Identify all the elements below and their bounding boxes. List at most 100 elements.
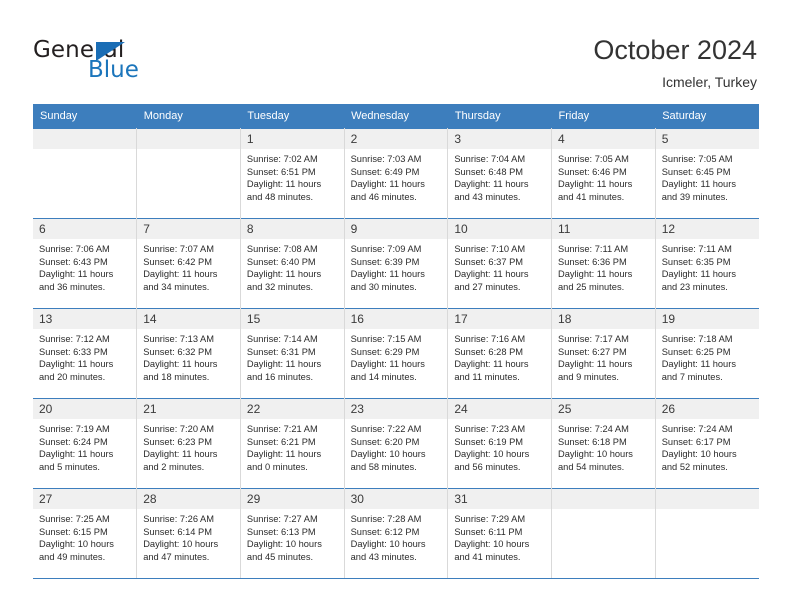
- week-row: 27 Sunrise: 7:25 AM Sunset: 6:15 PM Dayligh…: [33, 488, 759, 579]
- day-cell-inner: 22 Sunrise: 7:21 AM Sunset: 6:21 PM Dayligh…: [240, 399, 344, 488]
- day-cell[interactable]: 5 Sunrise: 7:05 AM Sunset: 6:45 PM Daylight…: [655, 128, 759, 219]
- day-cell[interactable]: 6 Sunrise: 7:06 AM Sunset: 6:43 PM Daylight…: [33, 218, 138, 309]
- day-cell[interactable]: 30 Sunrise: 7:28 AM Sunset: 6:12 PM Dayligh…: [344, 488, 449, 579]
- sunrise-line: Sunrise: 7:22 AM: [350, 424, 422, 434]
- daylight-line-1: Daylight: 11 hours: [661, 359, 736, 370]
- day-details: Sunrise: 7:06 AM Sunset: 6:43 PM Daylight:…: [33, 239, 136, 293]
- day-details: Sunrise: 7:19 AM Sunset: 6:24 PM Daylight:…: [33, 419, 136, 473]
- daylight-line-1: Daylight: 11 hours: [39, 359, 114, 370]
- day-cell[interactable]: 29 Sunrise: 7:27 AM Sunset: 6:13 PM Dayligh…: [240, 488, 345, 579]
- day-cell-inner: 17 Sunrise: 7:16 AM Sunset: 6:28 PM Dayligh…: [448, 309, 552, 398]
- day-cell[interactable]: 16 Sunrise: 7:15 AM Sunset: 6:29 PM Dayligh…: [344, 308, 449, 399]
- day-details: Sunrise: 7:13 AM Sunset: 6:32 PM Daylight:…: [137, 329, 240, 383]
- day-details: Sunrise: 7:03 AM Sunset: 6:49 PM Daylight:…: [345, 149, 448, 203]
- day-cell-inner: 27 Sunrise: 7:25 AM Sunset: 6:15 PM Dayligh…: [33, 489, 137, 578]
- day-cell[interactable]: [551, 488, 656, 579]
- day-cell[interactable]: 1 Sunrise: 7:02 AM Sunset: 6:51 PM Daylight…: [240, 128, 345, 219]
- day-cell[interactable]: 19 Sunrise: 7:18 AM Sunset: 6:25 PM Dayligh…: [655, 308, 759, 399]
- sunset-line: Sunset: 6:36 PM: [558, 256, 627, 267]
- day-number: 3: [448, 129, 552, 149]
- day-cell[interactable]: 23 Sunrise: 7:22 AM Sunset: 6:20 PM Dayligh…: [344, 398, 449, 489]
- daylight-line-2: and 52 minutes.: [661, 461, 728, 472]
- day-cell[interactable]: 17 Sunrise: 7:16 AM Sunset: 6:28 PM Dayligh…: [447, 308, 553, 399]
- daylight-line-2: and 5 minutes.: [39, 461, 100, 472]
- day-cell[interactable]: 21 Sunrise: 7:20 AM Sunset: 6:23 PM Dayligh…: [136, 398, 241, 489]
- day-cell-inner: 11 Sunrise: 7:11 AM Sunset: 6:36 PM Dayligh…: [552, 219, 655, 308]
- day-cell[interactable]: 2 Sunrise: 7:03 AM Sunset: 6:49 PM Daylight…: [344, 128, 449, 219]
- day-details: Sunrise: 7:09 AM Sunset: 6:39 PM Daylight:…: [345, 239, 448, 293]
- day-number: 13: [33, 309, 137, 329]
- calendar-body: 1 Sunrise: 7:02 AM Sunset: 6:51 PM Daylight…: [33, 128, 759, 579]
- day-cell[interactable]: 20 Sunrise: 7:19 AM Sunset: 6:24 PM Dayligh…: [33, 398, 138, 489]
- day-cell[interactable]: 7 Sunrise: 7:07 AM Sunset: 6:42 PM Daylight…: [136, 218, 241, 309]
- daylight-line-2: and 43 minutes.: [350, 551, 417, 562]
- day-number: 10: [448, 219, 552, 239]
- day-cell-inner: 4 Sunrise: 7:05 AM Sunset: 6:46 PM Daylight…: [552, 129, 655, 218]
- daylight-line-2: and 36 minutes.: [39, 281, 106, 292]
- day-number: 21: [137, 399, 240, 419]
- day-cell[interactable]: 31 Sunrise: 7:29 AM Sunset: 6:11 PM Dayligh…: [447, 488, 553, 579]
- day-cell-inner: 30 Sunrise: 7:28 AM Sunset: 6:12 PM Dayligh…: [344, 489, 448, 578]
- day-details: Sunrise: 7:24 AM Sunset: 6:17 PM Daylight:…: [656, 419, 759, 473]
- day-cell-inner: 25 Sunrise: 7:24 AM Sunset: 6:18 PM Dayligh…: [552, 399, 655, 488]
- day-cell-inner: 31 Sunrise: 7:29 AM Sunset: 6:11 PM Dayligh…: [448, 489, 552, 578]
- day-cell[interactable]: 8 Sunrise: 7:08 AM Sunset: 6:40 PM Daylight…: [240, 218, 345, 309]
- day-cell-inner: 12 Sunrise: 7:11 AM Sunset: 6:35 PM Dayligh…: [655, 219, 759, 308]
- daylight-line-2: and 2 minutes.: [143, 461, 205, 472]
- day-cell[interactable]: 25 Sunrise: 7:24 AM Sunset: 6:18 PM Dayligh…: [551, 398, 656, 489]
- sunset-line: Sunset: 6:49 PM: [350, 166, 420, 177]
- day-cell[interactable]: 12 Sunrise: 7:11 AM Sunset: 6:35 PM Dayligh…: [655, 218, 759, 309]
- day-cell-inner: 15 Sunrise: 7:14 AM Sunset: 6:31 PM Dayligh…: [240, 309, 344, 398]
- daylight-line-2: and 7 minutes.: [661, 371, 723, 382]
- sunset-line: Sunset: 6:37 PM: [454, 256, 524, 267]
- day-details: Sunrise: 7:11 AM Sunset: 6:35 PM Daylight:…: [656, 239, 759, 293]
- daylight-line-1: Daylight: 10 hours: [246, 539, 322, 550]
- day-cell-inner: 10 Sunrise: 7:10 AM Sunset: 6:37 PM Dayligh…: [448, 219, 552, 308]
- day-cell[interactable]: [33, 128, 138, 219]
- day-cell[interactable]: 13 Sunrise: 7:12 AM Sunset: 6:33 PM Dayligh…: [33, 308, 138, 399]
- day-cell-inner: 8 Sunrise: 7:08 AM Sunset: 6:40 PM Daylight…: [240, 219, 344, 308]
- day-cell[interactable]: 24 Sunrise: 7:23 AM Sunset: 6:19 PM Dayligh…: [447, 398, 553, 489]
- daylight-line-1: Daylight: 11 hours: [143, 359, 218, 370]
- day-number: 25: [552, 399, 655, 419]
- daylight-line-1: Daylight: 10 hours: [143, 539, 219, 550]
- day-cell[interactable]: 28 Sunrise: 7:26 AM Sunset: 6:14 PM Dayligh…: [136, 488, 241, 579]
- column-header-monday: Monday: [136, 104, 241, 129]
- sunrise-line: Sunrise: 7:20 AM: [143, 424, 215, 434]
- week-row: 6 Sunrise: 7:06 AM Sunset: 6:43 PM Daylight…: [33, 218, 759, 309]
- day-cell[interactable]: 9 Sunrise: 7:09 AM Sunset: 6:39 PM Daylight…: [344, 218, 449, 309]
- daylight-line-1: Daylight: 11 hours: [454, 179, 529, 190]
- day-cell-inner: 3 Sunrise: 7:04 AM Sunset: 6:48 PM Daylight…: [448, 129, 552, 218]
- sunset-line: Sunset: 6:33 PM: [39, 346, 108, 357]
- day-cell-inner: 26 Sunrise: 7:24 AM Sunset: 6:17 PM Dayligh…: [655, 399, 759, 488]
- daylight-line-2: and 56 minutes.: [454, 461, 521, 472]
- sunrise-line: Sunrise: 7:12 AM: [39, 334, 110, 344]
- sunset-line: Sunset: 6:17 PM: [661, 436, 731, 447]
- weekday-header-row: Sunday Monday Tuesday Wednesday Thursday…: [33, 104, 759, 129]
- calendar-grid: Sunday Monday Tuesday Wednesday Thursday…: [33, 104, 759, 579]
- day-cell[interactable]: [655, 488, 759, 579]
- day-number: 11: [552, 219, 655, 239]
- day-cell[interactable]: 11 Sunrise: 7:11 AM Sunset: 6:36 PM Dayligh…: [551, 218, 656, 309]
- day-cell[interactable]: 3 Sunrise: 7:04 AM Sunset: 6:48 PM Daylight…: [447, 128, 553, 219]
- day-cell[interactable]: [136, 128, 241, 219]
- day-cell[interactable]: 15 Sunrise: 7:14 AM Sunset: 6:31 PM Dayligh…: [240, 308, 345, 399]
- day-cell[interactable]: 27 Sunrise: 7:25 AM Sunset: 6:15 PM Dayligh…: [33, 488, 138, 579]
- page-title: October 2024: [593, 35, 757, 65]
- day-cell[interactable]: 10 Sunrise: 7:10 AM Sunset: 6:37 PM Dayligh…: [447, 218, 553, 309]
- sunrise-line: Sunrise: 7:13 AM: [143, 334, 215, 344]
- column-header-thursday: Thursday: [447, 104, 552, 129]
- sunset-line: Sunset: 6:31 PM: [246, 346, 316, 357]
- daylight-line-1: Daylight: 10 hours: [661, 449, 737, 460]
- sunset-line: Sunset: 6:14 PM: [143, 526, 212, 537]
- day-number: 12: [655, 219, 759, 239]
- daylight-line-1: Daylight: 11 hours: [246, 269, 322, 280]
- day-cell[interactable]: 14 Sunrise: 7:13 AM Sunset: 6:32 PM Dayligh…: [136, 308, 241, 399]
- day-cell[interactable]: 22 Sunrise: 7:21 AM Sunset: 6:21 PM Dayligh…: [240, 398, 345, 489]
- sunrise-line: Sunrise: 7:09 AM: [350, 244, 422, 254]
- day-cell[interactable]: 26 Sunrise: 7:24 AM Sunset: 6:17 PM Dayligh…: [655, 398, 759, 489]
- column-header-saturday: Saturday: [655, 104, 759, 129]
- day-cell[interactable]: 18 Sunrise: 7:17 AM Sunset: 6:27 PM Dayligh…: [551, 308, 656, 399]
- day-cell[interactable]: 4 Sunrise: 7:05 AM Sunset: 6:46 PM Daylight…: [551, 128, 656, 219]
- day-cell-inner: 5 Sunrise: 7:05 AM Sunset: 6:45 PM Daylight…: [655, 129, 759, 218]
